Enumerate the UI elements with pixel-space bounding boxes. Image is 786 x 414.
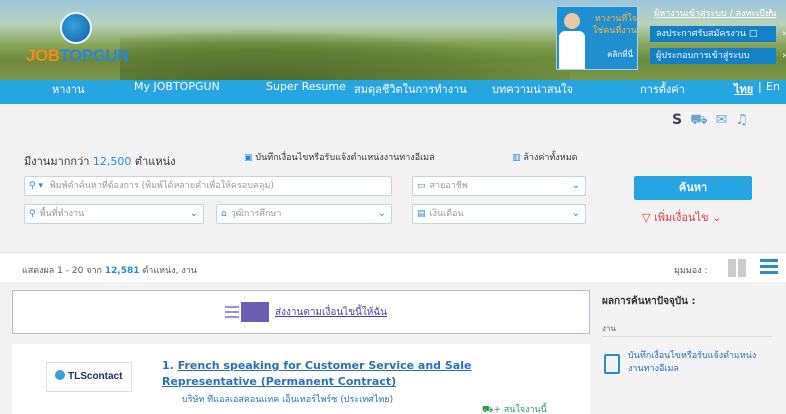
trash-icon: ▥ xyxy=(512,153,521,163)
jobseeker-login-link[interactable]: ผู้หางานเข้าสู่ระบบ / ลงทะเบียน xyxy=(654,6,776,20)
chevron-down-icon: ⌄ xyxy=(571,180,580,191)
graduation-cap-icon: ⌂ xyxy=(221,209,227,219)
utility-icons: S ⛟ ✉ ♫ xyxy=(672,112,776,130)
bell-icon[interactable]: ♫ xyxy=(735,112,748,130)
search-button[interactable]: ค้นหา xyxy=(634,176,752,200)
money-icon: ▤ xyxy=(417,209,426,219)
header-banner: JOBTOPGUN หางานที่ใจ ใช่คนที่งาน คลิกที่… xyxy=(0,0,786,80)
chevron-down-icon: ⌄ xyxy=(571,208,580,219)
nav-item-settings[interactable]: การตั้งค่า xyxy=(640,80,685,104)
clear-all-link[interactable]: ▥ ล้างค่าทั้งหมด xyxy=(512,150,577,164)
banner-landscape xyxy=(120,30,570,80)
results-bar: แสดงผล 1 - 20 จาก 12,581 ตำแหน่ง, งาน มุ… xyxy=(0,252,786,282)
job-card: TLScontact 1. French speaking for Custom… xyxy=(12,344,590,414)
chevron-right-icon: › xyxy=(782,29,786,39)
chevron-down-icon: ⌄ xyxy=(189,208,198,219)
more-filters-link[interactable]: ▽ เพิ่มเงื่อนไข ⌄ xyxy=(642,208,721,226)
page-root: JOBTOPGUN หางานที่ใจ ใช่คนที่งาน คลิกที่… xyxy=(0,0,786,414)
promo-click-here[interactable]: คลิกที่นี่ xyxy=(607,48,633,61)
company-logo[interactable]: TLScontact xyxy=(46,362,132,392)
interest-button[interactable]: ⛟+ สนใจงานนี้ xyxy=(482,402,547,414)
divider xyxy=(602,336,772,337)
list-view-icon[interactable] xyxy=(760,259,778,275)
mail-icon[interactable]: ✉ xyxy=(716,112,728,130)
filter-icon: ▽ xyxy=(642,211,651,224)
location-pin-icon: ⚲ xyxy=(29,209,36,219)
lang-en-link[interactable]: En xyxy=(766,80,780,104)
occupation-select[interactable]: ▭ สายอาชีพ ⌄ xyxy=(412,176,586,196)
save-icon xyxy=(604,354,620,374)
notify-me-link[interactable]: ส่งงานตามเงื่อนไขนี้ให้ฉัน xyxy=(275,305,387,320)
job-title: 1. French speaking for Customer Service … xyxy=(162,359,472,388)
promo-text: หางานที่ใจ ใช่คนที่งาน xyxy=(592,14,637,36)
chevron-down-icon: ⌄ xyxy=(377,208,386,219)
company-name-link[interactable]: บริษัท ทีแอลเอสคอนแทค เอ็นเทอร์ไพร์ซ (ปร… xyxy=(182,392,393,406)
site-logo[interactable]: JOBTOPGUN xyxy=(26,12,146,68)
post-job-button[interactable]: ลงประกาศรับสมัครงาน □ › xyxy=(650,26,786,42)
lang-th-link[interactable]: ไทย xyxy=(734,80,753,104)
logo-mark-icon xyxy=(60,12,92,44)
current-search-value: งาน xyxy=(602,324,616,333)
location-select[interactable]: ⚲ พื้นที่ทำงาน ⌄ xyxy=(24,204,204,224)
envelope-icon xyxy=(225,302,271,322)
notify-me-box[interactable]: ส่งงานตามเงื่อนไขนี้ให้ฉัน xyxy=(12,290,590,334)
promo-box[interactable]: หางานที่ใจ ใช่คนที่งาน คลิกที่นี่ xyxy=(556,6,638,70)
cart-icon[interactable]: ⛟ xyxy=(690,112,708,130)
nav-item-jobs[interactable]: หางาน xyxy=(52,80,85,104)
cart-plus-icon: ⛟+ xyxy=(482,405,501,414)
employer-login-button[interactable]: ผู้ประกอบการเข้าสู่ระบบ › xyxy=(650,48,786,64)
chevron-right-icon: › xyxy=(782,51,786,61)
promo-person-image xyxy=(559,13,585,69)
nav-item-articles[interactable]: บทความน่าสนใจ xyxy=(492,80,573,104)
results-summary: แสดงผล 1 - 20 จาก 12,581 ตำแหน่ง, งาน xyxy=(22,266,197,276)
save-search-link[interactable]: ▣ บันทึกเงื่อนไขหรือรับแจ้งตำแหน่งงานทาง… xyxy=(244,150,435,164)
lang-separator: | xyxy=(758,80,762,93)
sidebar-save-search-link[interactable]: บันทึกเงื่อนไขหรือรับแจ้งตำแหน่งงานทางอี… xyxy=(628,350,768,376)
education-select[interactable]: ⌂ วุฒิการศึกษา ⌄ xyxy=(216,204,392,224)
current-search-title: ผลการค้นหาปัจจุบัน : xyxy=(602,296,696,307)
save-icon: ▣ xyxy=(244,153,253,163)
job-count: มีงานมากกว่า 12,500 ตำแหน่ง xyxy=(24,155,176,168)
search-icon: ⚲ ▾ xyxy=(29,181,43,191)
chevron-right-icon: › xyxy=(768,4,773,18)
nav-item-my-jobtopgun[interactable]: My JOBTOPGUN xyxy=(134,80,220,104)
logo-wordmark: JOBTOPGUN xyxy=(26,46,129,65)
keyword-search-input[interactable]: ⚲ ▾ พิมพ์คำค้นหาที่ต้องการ (พิมพ์ได้หลาย… xyxy=(24,176,392,196)
super-resume-icon[interactable]: S xyxy=(672,112,682,130)
grid-view-icon[interactable] xyxy=(728,259,746,277)
nav-item-super-resume[interactable]: Super Resume xyxy=(266,80,346,104)
nav-item-work-life-balance[interactable]: สมดุลชีวิตในการทำงาน xyxy=(354,80,467,104)
salary-select[interactable]: ▤ เงินเดือน ⌄ xyxy=(412,204,586,224)
view-label: มุมมอง : xyxy=(674,266,708,276)
square-icon: □ xyxy=(748,29,758,39)
chevron-down-icon: ⌄ xyxy=(712,211,722,224)
main-nav: หางาน My JOBTOPGUN Super Resume สมดุลชีว… xyxy=(0,80,786,104)
briefcase-icon: ▭ xyxy=(417,181,426,191)
job-title-link[interactable]: French speaking for Customer Service and… xyxy=(162,359,471,388)
